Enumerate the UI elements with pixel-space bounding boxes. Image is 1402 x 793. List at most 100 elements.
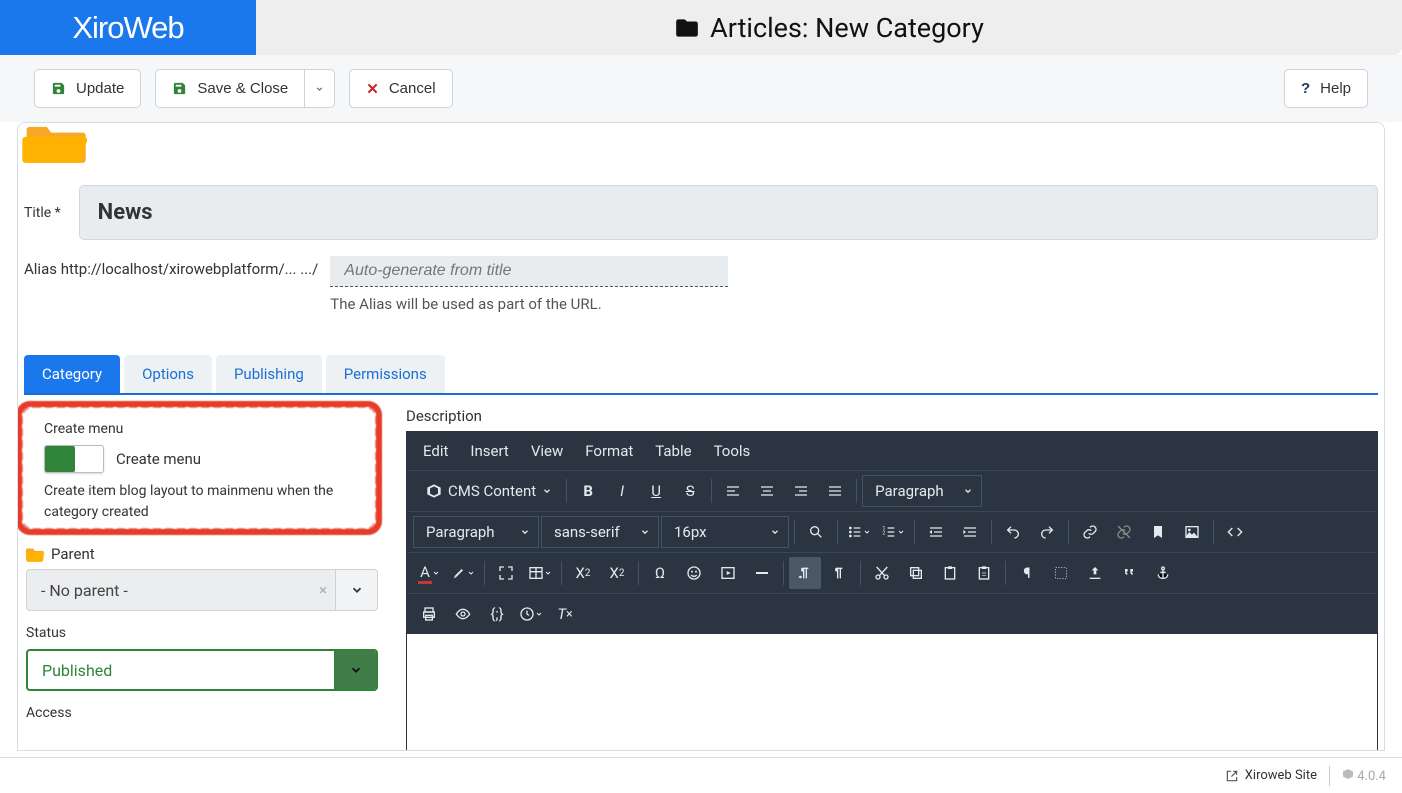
select-all-button[interactable]	[1045, 557, 1077, 589]
save-close-label: Save & Close	[197, 80, 288, 97]
tab-category[interactable]: Category	[24, 355, 120, 393]
datetime-button[interactable]	[515, 598, 547, 630]
text-color-button[interactable]: A	[413, 557, 445, 589]
menu-edit[interactable]: Edit	[423, 442, 448, 460]
title-label: Title *	[24, 205, 61, 221]
code-sample-button[interactable]: {;}	[481, 598, 513, 630]
font-family-dropdown[interactable]: sans-serif	[541, 516, 659, 548]
alias-row: Alias http://localhost/xirowebplatform/.…	[24, 256, 1378, 313]
anchor-button[interactable]	[1147, 557, 1179, 589]
save-close-button[interactable]: Save & Close	[155, 69, 305, 108]
chevron-down-icon[interactable]	[335, 570, 377, 610]
help-button[interactable]: ? Help	[1284, 69, 1368, 108]
menu-format[interactable]: Format	[585, 442, 633, 460]
subscript-button[interactable]: X2	[567, 557, 599, 589]
image-button[interactable]	[1176, 516, 1208, 548]
unlink-button[interactable]	[1108, 516, 1140, 548]
block-format-dropdown[interactable]: Paragraph	[862, 475, 982, 507]
table-button[interactable]	[524, 557, 556, 589]
parent-select[interactable]: - No parent - ×	[26, 569, 378, 611]
description-label: Description	[406, 407, 1378, 425]
paste-text-button[interactable]	[968, 557, 1000, 589]
editor-menubar: Edit Insert View Format Table Tools	[407, 432, 1377, 470]
paragraph-button[interactable]: ¶	[1011, 557, 1043, 589]
create-menu-section: Create menu Create menu Create item blog…	[26, 407, 378, 531]
bullet-list-button[interactable]	[843, 516, 875, 548]
indent-button[interactable]	[954, 516, 986, 548]
page-title: Articles: New Category	[710, 12, 984, 44]
tab-publishing[interactable]: Publishing	[216, 355, 322, 393]
rtl-button[interactable]	[823, 557, 855, 589]
folder-small-icon	[26, 546, 45, 562]
paste-button[interactable]	[934, 557, 966, 589]
block-format2-dropdown[interactable]: Paragraph	[413, 516, 539, 548]
link-button[interactable]	[1074, 516, 1106, 548]
fullscreen-button[interactable]	[490, 557, 522, 589]
underline-button[interactable]: U	[640, 475, 672, 507]
right-column: Description Edit Insert View Format Tabl…	[402, 407, 1378, 751]
strike-button[interactable]: S	[674, 475, 706, 507]
editor-content[interactable]	[407, 634, 1377, 751]
update-label: Update	[76, 80, 124, 97]
media-button[interactable]	[712, 557, 744, 589]
clear-icon[interactable]: ×	[311, 581, 335, 599]
emoji-button[interactable]	[678, 557, 710, 589]
status-label: Status	[26, 625, 378, 641]
editor-toolbar-2: Paragraph sans-serif 16px	[407, 511, 1377, 552]
copy-button[interactable]	[900, 557, 932, 589]
menu-view[interactable]: View	[531, 442, 563, 460]
create-menu-toggle[interactable]	[44, 445, 104, 473]
alias-input[interactable]	[330, 256, 728, 287]
parent-field: Parent - No parent - ×	[26, 545, 378, 611]
site-link[interactable]: Xiroweb Site	[1225, 768, 1317, 783]
cancel-label: Cancel	[389, 80, 436, 97]
top-header: XiroWeb Articles: New Category	[0, 0, 1402, 55]
search-button[interactable]	[800, 516, 832, 548]
update-button[interactable]: Update	[34, 69, 141, 108]
outdent-button[interactable]	[920, 516, 952, 548]
align-center-button[interactable]	[751, 475, 783, 507]
form-card: Title * News Alias http://localhost/xiro…	[17, 122, 1385, 751]
footer: Xiroweb Site 4.0.4	[0, 757, 1402, 793]
highlight-button[interactable]	[447, 557, 479, 589]
undo-button[interactable]	[997, 516, 1029, 548]
bold-button[interactable]: B	[572, 475, 604, 507]
ltr-button[interactable]	[789, 557, 821, 589]
italic-button[interactable]: I	[606, 475, 638, 507]
preview-button[interactable]	[447, 598, 479, 630]
superscript-button[interactable]: X2	[601, 557, 633, 589]
cancel-button[interactable]: ✕ Cancel	[349, 69, 452, 108]
status-field: Status Published	[26, 625, 378, 691]
status-select[interactable]: Published	[26, 649, 378, 691]
clear-format-button[interactable]: T×	[549, 598, 581, 630]
align-left-button[interactable]	[717, 475, 749, 507]
tab-options[interactable]: Options	[124, 355, 212, 393]
upload-button[interactable]	[1079, 557, 1111, 589]
font-size-dropdown[interactable]: 16px	[661, 516, 789, 548]
help-label: Help	[1320, 80, 1351, 97]
chevron-down-icon[interactable]	[334, 651, 376, 689]
print-button[interactable]	[413, 598, 445, 630]
source-button[interactable]	[1219, 516, 1251, 548]
save-close-group: Save & Close	[155, 69, 335, 108]
menu-insert[interactable]: Insert	[470, 442, 508, 460]
align-justify-button[interactable]	[819, 475, 851, 507]
bookmark-button[interactable]	[1142, 516, 1174, 548]
redo-button[interactable]	[1031, 516, 1063, 548]
align-right-button[interactable]	[785, 475, 817, 507]
status-value: Published	[28, 661, 334, 680]
brand-logo[interactable]: XiroWeb	[0, 0, 256, 55]
cut-button[interactable]	[866, 557, 898, 589]
hr-button[interactable]	[746, 557, 778, 589]
alias-hint: The Alias will be used as part of the UR…	[330, 295, 728, 313]
menu-tools[interactable]: Tools	[714, 442, 751, 460]
menu-table[interactable]: Table	[655, 442, 691, 460]
cms-content-dropdown[interactable]: CMS Content	[413, 475, 561, 507]
special-char-button[interactable]: Ω	[644, 557, 676, 589]
save-close-dropdown[interactable]	[305, 69, 335, 108]
blockquote-button[interactable]	[1113, 557, 1145, 589]
title-input[interactable]: News	[79, 185, 1378, 240]
tab-permissions[interactable]: Permissions	[326, 355, 445, 393]
number-list-button[interactable]: 12	[877, 516, 909, 548]
action-toolbar: Update Save & Close ✕ Cancel ? Help	[0, 55, 1402, 122]
